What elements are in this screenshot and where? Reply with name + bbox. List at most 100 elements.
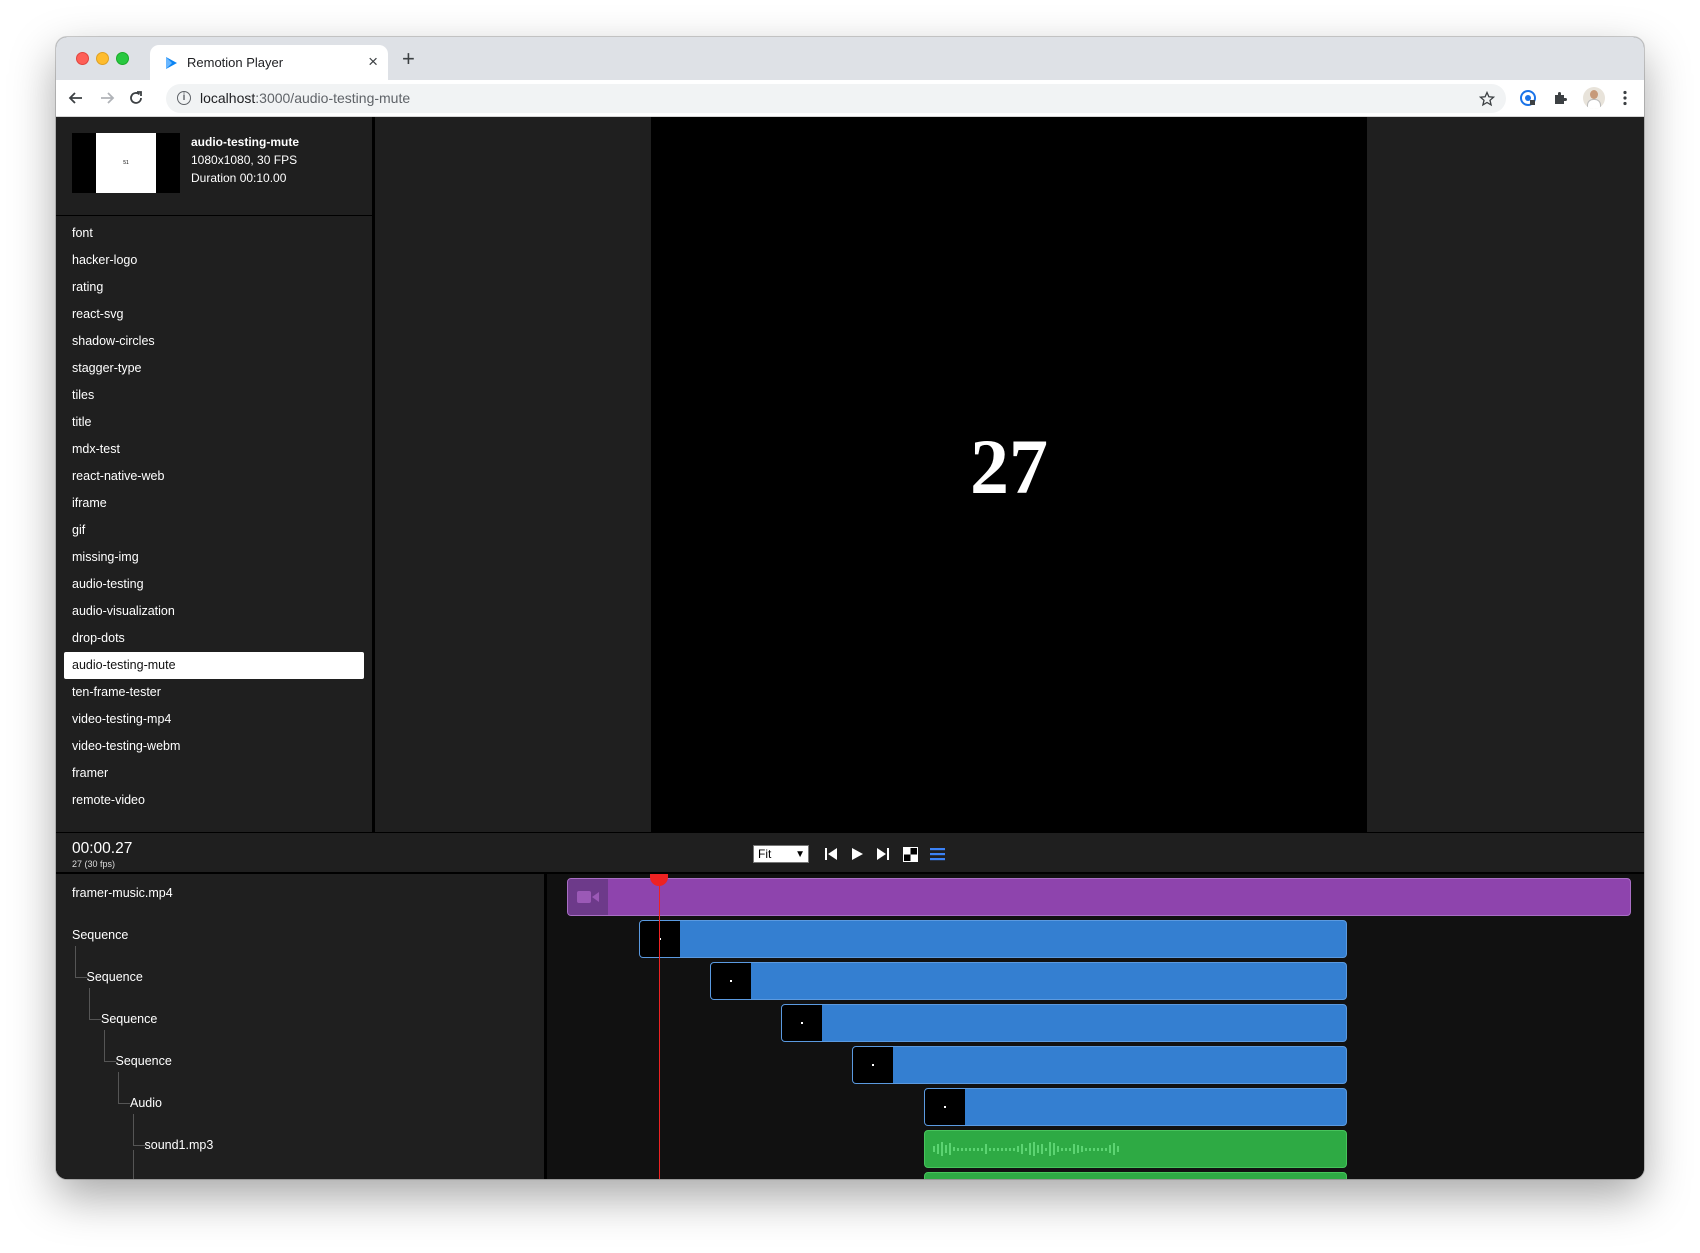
waveform-bar <box>945 1145 947 1153</box>
jump-to-end-button[interactable] <box>874 845 892 863</box>
timeline-layer-label[interactable]: sound1.mp3 <box>145 1138 214 1158</box>
composition-item-shadow-circles[interactable]: shadow-circles <box>64 328 364 355</box>
composition-item-hacker-logo[interactable]: hacker-logo <box>64 247 364 274</box>
playhead-line[interactable] <box>659 874 660 1179</box>
forward-button[interactable] <box>94 85 120 111</box>
tab-close-icon[interactable]: × <box>368 52 378 72</box>
sequence-thumb <box>640 921 680 957</box>
back-button[interactable] <box>63 85 89 111</box>
composition-item-drop-dots[interactable]: drop-dots <box>64 625 364 652</box>
composition-item-ten-frame-tester[interactable]: ten-frame-tester <box>64 679 364 706</box>
close-window-button[interactable] <box>76 52 89 65</box>
tree-connector <box>118 1072 130 1104</box>
reload-button[interactable] <box>123 85 149 111</box>
minimize-window-button[interactable] <box>96 52 109 65</box>
waveform-bar <box>1053 1143 1055 1155</box>
current-time: 00:00.27 <box>72 840 133 857</box>
timeline-layer-label[interactable]: framer-music.mp4 <box>72 886 173 906</box>
composition-item-iframe[interactable]: iframe <box>64 490 364 517</box>
composition-item-stagger-type[interactable]: stagger-type <box>64 355 364 382</box>
timeline-layer-label[interactable]: Sequence <box>116 1054 172 1074</box>
waveform-bar <box>985 1144 987 1154</box>
composition-item-video-testing-webm[interactable]: video-testing-webm <box>64 733 364 760</box>
waveform-bar <box>1109 1145 1111 1153</box>
browser-tab[interactable]: Remotion Player × <box>150 45 388 80</box>
composition-item-missing-img[interactable]: missing-img <box>64 544 364 571</box>
waveform-bar <box>1057 1146 1059 1152</box>
waveform-bar <box>1085 1147 1087 1151</box>
video-frame: 27 <box>651 117 1367 832</box>
waveform-bar <box>993 1147 995 1151</box>
play-button[interactable] <box>848 845 866 863</box>
jump-to-start-button[interactable] <box>822 845 840 863</box>
waveform-bar <box>1065 1147 1067 1151</box>
tree-connector <box>89 988 101 1020</box>
composition-item-react-native-web[interactable]: react-native-web <box>64 463 364 490</box>
composition-item-video-testing-mp4[interactable]: video-testing-mp4 <box>64 706 364 733</box>
composition-item-gif[interactable]: gif <box>64 517 364 544</box>
checkerboard-toggle-button[interactable] <box>901 845 919 863</box>
profile-avatar[interactable] <box>1583 87 1605 109</box>
waveform-bar <box>1021 1144 1023 1154</box>
size-select[interactable]: Fit ▼ <box>753 845 809 863</box>
composition-item-mdx-test[interactable]: mdx-test <box>64 436 364 463</box>
waveform-bar <box>997 1147 999 1151</box>
waveform-bar <box>961 1147 963 1151</box>
composition-item-audio-testing-mute[interactable]: audio-testing-mute <box>64 652 364 679</box>
video-clip-framer-music[interactable] <box>567 878 1631 916</box>
composition-item-react-svg[interactable]: react-svg <box>64 301 364 328</box>
maximize-window-button[interactable] <box>116 52 129 65</box>
composition-item-framer[interactable]: framer <box>64 760 364 787</box>
waveform-bar <box>1117 1146 1119 1152</box>
audio-clip-sound1[interactable] <box>924 1130 1347 1168</box>
sequence-clip-1[interactable] <box>639 920 1347 958</box>
new-tab-button[interactable]: + <box>402 48 415 70</box>
checkerboard-icon <box>902 846 918 862</box>
kebab-menu-icon <box>1623 90 1627 106</box>
waveform-bar <box>1009 1147 1011 1151</box>
sequence-thumb <box>782 1005 822 1041</box>
password-extension-icon <box>1520 90 1536 106</box>
browser-window: Remotion Player × + i localhost:3000/aud… <box>56 37 1644 1179</box>
remotion-favicon-icon <box>166 57 177 69</box>
waveform-bar <box>1081 1146 1083 1152</box>
address-bar[interactable]: i localhost:3000/audio-testing-mute <box>166 84 1506 113</box>
waveform-bar <box>1113 1143 1115 1155</box>
waveform-bar <box>1037 1145 1039 1153</box>
composition-item-font[interactable]: font <box>64 220 364 247</box>
sequence-clip-4[interactable] <box>852 1046 1347 1084</box>
current-frame-info: 27 (30 fps) <box>72 859 116 869</box>
waveform-bar <box>977 1147 979 1151</box>
composition-item-title[interactable]: title <box>64 409 364 436</box>
composition-item-remote-video[interactable]: remote-video <box>64 787 364 814</box>
url-text[interactable]: localhost:3000/audio-testing-mute <box>200 90 410 106</box>
waveform-bar <box>1001 1147 1003 1151</box>
timeline-layer-label[interactable]: Sequence <box>101 1012 157 1032</box>
waveform-bar <box>1017 1146 1019 1152</box>
waveform-bar <box>957 1147 959 1151</box>
browser-menu-button[interactable] <box>1613 86 1637 110</box>
composition-item-audio-testing[interactable]: audio-testing <box>64 571 364 598</box>
audio-clip-next[interactable] <box>924 1172 1347 1179</box>
extensions-menu-button[interactable] <box>1548 86 1572 110</box>
timeline-layer-label[interactable]: Audio <box>130 1096 162 1116</box>
waveform-bar <box>1041 1144 1043 1154</box>
composition-item-audio-visualization[interactable]: audio-visualization <box>64 598 364 625</box>
composition-item-rating[interactable]: rating <box>64 274 364 301</box>
thumbnail-frame: 51 <box>96 133 156 193</box>
composition-thumbnail: 51 <box>72 133 180 193</box>
preview-canvas-area: 27 <box>375 117 1644 832</box>
info-icon[interactable]: i <box>177 91 191 105</box>
composition-item-tiles[interactable]: tiles <box>64 382 364 409</box>
rich-timeline-toggle-button[interactable] <box>928 845 946 863</box>
audio-sequence-clip[interactable] <box>924 1088 1347 1126</box>
timeline-layer-label[interactable]: Sequence <box>87 970 143 990</box>
timeline-layer-list: framer-music.mp4 Sequence Sequence Sequence… <box>56 874 544 1179</box>
bookmark-star-button[interactable] <box>1476 88 1498 110</box>
extension-button[interactable] <box>1516 86 1540 110</box>
timeline-layer-label[interactable]: Sequence <box>72 928 128 948</box>
sequence-clip-3[interactable] <box>781 1004 1347 1042</box>
waveform-bar <box>1097 1147 1099 1151</box>
timeline-panel: framer-music.mp4 Sequence Sequence Sequence… <box>56 874 1644 1179</box>
sequence-clip-2[interactable] <box>710 962 1347 1000</box>
